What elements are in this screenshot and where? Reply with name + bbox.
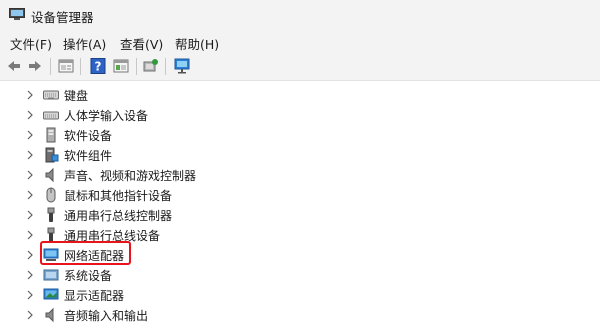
- monitor-icon[interactable]: [174, 58, 190, 74]
- tree-item-system-devices[interactable]: 系统设备: [0, 265, 600, 285]
- menu-view[interactable]: 查看(V): [120, 34, 163, 53]
- network-adapter-icon: [43, 248, 59, 261]
- title-bar: 设备管理器: [0, 0, 600, 31]
- chevron-right-icon[interactable]: [25, 130, 35, 140]
- chevron-right-icon[interactable]: [25, 170, 35, 180]
- tree-item-mice[interactable]: 鼠标和其他指针设备: [0, 185, 600, 205]
- tree-item-sound-video-game[interactable]: 声音、视频和游戏控制器: [0, 165, 600, 185]
- tree-item-label: 通用串行总线控制器: [64, 209, 173, 223]
- tree-item-network-adapters[interactable]: 网络适配器: [0, 241, 600, 265]
- chevron-right-icon[interactable]: [25, 210, 35, 220]
- menu-bar: 文件(F) 操作(A) 查看(V) 帮助(H): [0, 31, 600, 53]
- speaker-icon: [45, 167, 54, 183]
- system-device-icon: [43, 269, 59, 281]
- tree-item-label: 网络适配器: [64, 249, 125, 263]
- toolbar-separator: [165, 58, 166, 75]
- menu-help[interactable]: 帮助(H): [175, 34, 219, 53]
- tree-item-display-adapters[interactable]: 显示适配器: [0, 285, 600, 305]
- view-icon[interactable]: [113, 58, 129, 74]
- tree-item-label: 显示适配器: [64, 289, 125, 303]
- tree-item-usb-controllers[interactable]: 通用串行总线控制器: [0, 205, 600, 225]
- device-manager-icon: [9, 8, 25, 20]
- software-device-icon: [46, 127, 56, 143]
- tree-item-label: 系统设备: [64, 269, 113, 283]
- toolbar-separator: [136, 58, 137, 75]
- tree-item-label: 声音、视频和游戏控制器: [64, 169, 197, 183]
- toolbar-separator: [80, 58, 81, 75]
- toolbar-separator: [50, 58, 51, 75]
- scan-hardware-icon[interactable]: [143, 58, 159, 74]
- device-tree: 键盘 人体学输入设备 软件设备 软件组件 声音、视频和游戏控制器 鼠标和其他指针…: [0, 81, 600, 335]
- window-title: 设备管理器: [31, 10, 94, 25]
- tree-item-label: 软件设备: [64, 129, 113, 143]
- display-adapter-icon: [43, 288, 59, 300]
- tree-item-label: 人体学输入设备: [64, 109, 149, 123]
- chevron-right-icon[interactable]: [25, 150, 35, 160]
- tree-item-label: 鼠标和其他指针设备: [64, 189, 173, 203]
- tree-item-hid[interactable]: 人体学输入设备: [0, 105, 600, 125]
- properties-icon[interactable]: [58, 58, 74, 74]
- mouse-icon: [46, 187, 56, 203]
- chevron-right-icon[interactable]: [25, 230, 35, 240]
- tree-item-audio-io[interactable]: 音频输入和输出: [0, 305, 600, 325]
- menu-file[interactable]: 文件(F): [10, 34, 52, 53]
- keyboard-icon: [43, 90, 59, 100]
- tree-item-label: 音频输入和输出: [64, 309, 149, 323]
- usb-icon: [47, 207, 55, 222]
- svg-text:?: ?: [95, 60, 102, 74]
- software-component-icon: [45, 147, 59, 163]
- menu-action[interactable]: 操作(A): [63, 34, 106, 53]
- toolbar: ?: [0, 53, 600, 81]
- tree-item-keyboards[interactable]: 键盘: [0, 85, 600, 105]
- chevron-right-icon[interactable]: [25, 250, 35, 260]
- tree-item-label: 软件组件: [64, 149, 113, 163]
- tree-item-software-components[interactable]: 软件组件: [0, 145, 600, 165]
- back-icon[interactable]: [6, 58, 22, 74]
- tree-item-label: 键盘: [64, 89, 89, 103]
- chevron-right-icon[interactable]: [25, 90, 35, 100]
- chevron-right-icon[interactable]: [25, 290, 35, 300]
- tree-item-software-devices[interactable]: 软件设备: [0, 125, 600, 145]
- chevron-right-icon[interactable]: [25, 110, 35, 120]
- chevron-right-icon[interactable]: [25, 270, 35, 280]
- audio-io-icon: [45, 307, 54, 323]
- hid-icon: [43, 111, 59, 120]
- chevron-right-icon[interactable]: [25, 310, 35, 320]
- chevron-right-icon[interactable]: [25, 190, 35, 200]
- forward-icon[interactable]: [27, 58, 43, 74]
- help-icon[interactable]: ?: [90, 58, 106, 74]
